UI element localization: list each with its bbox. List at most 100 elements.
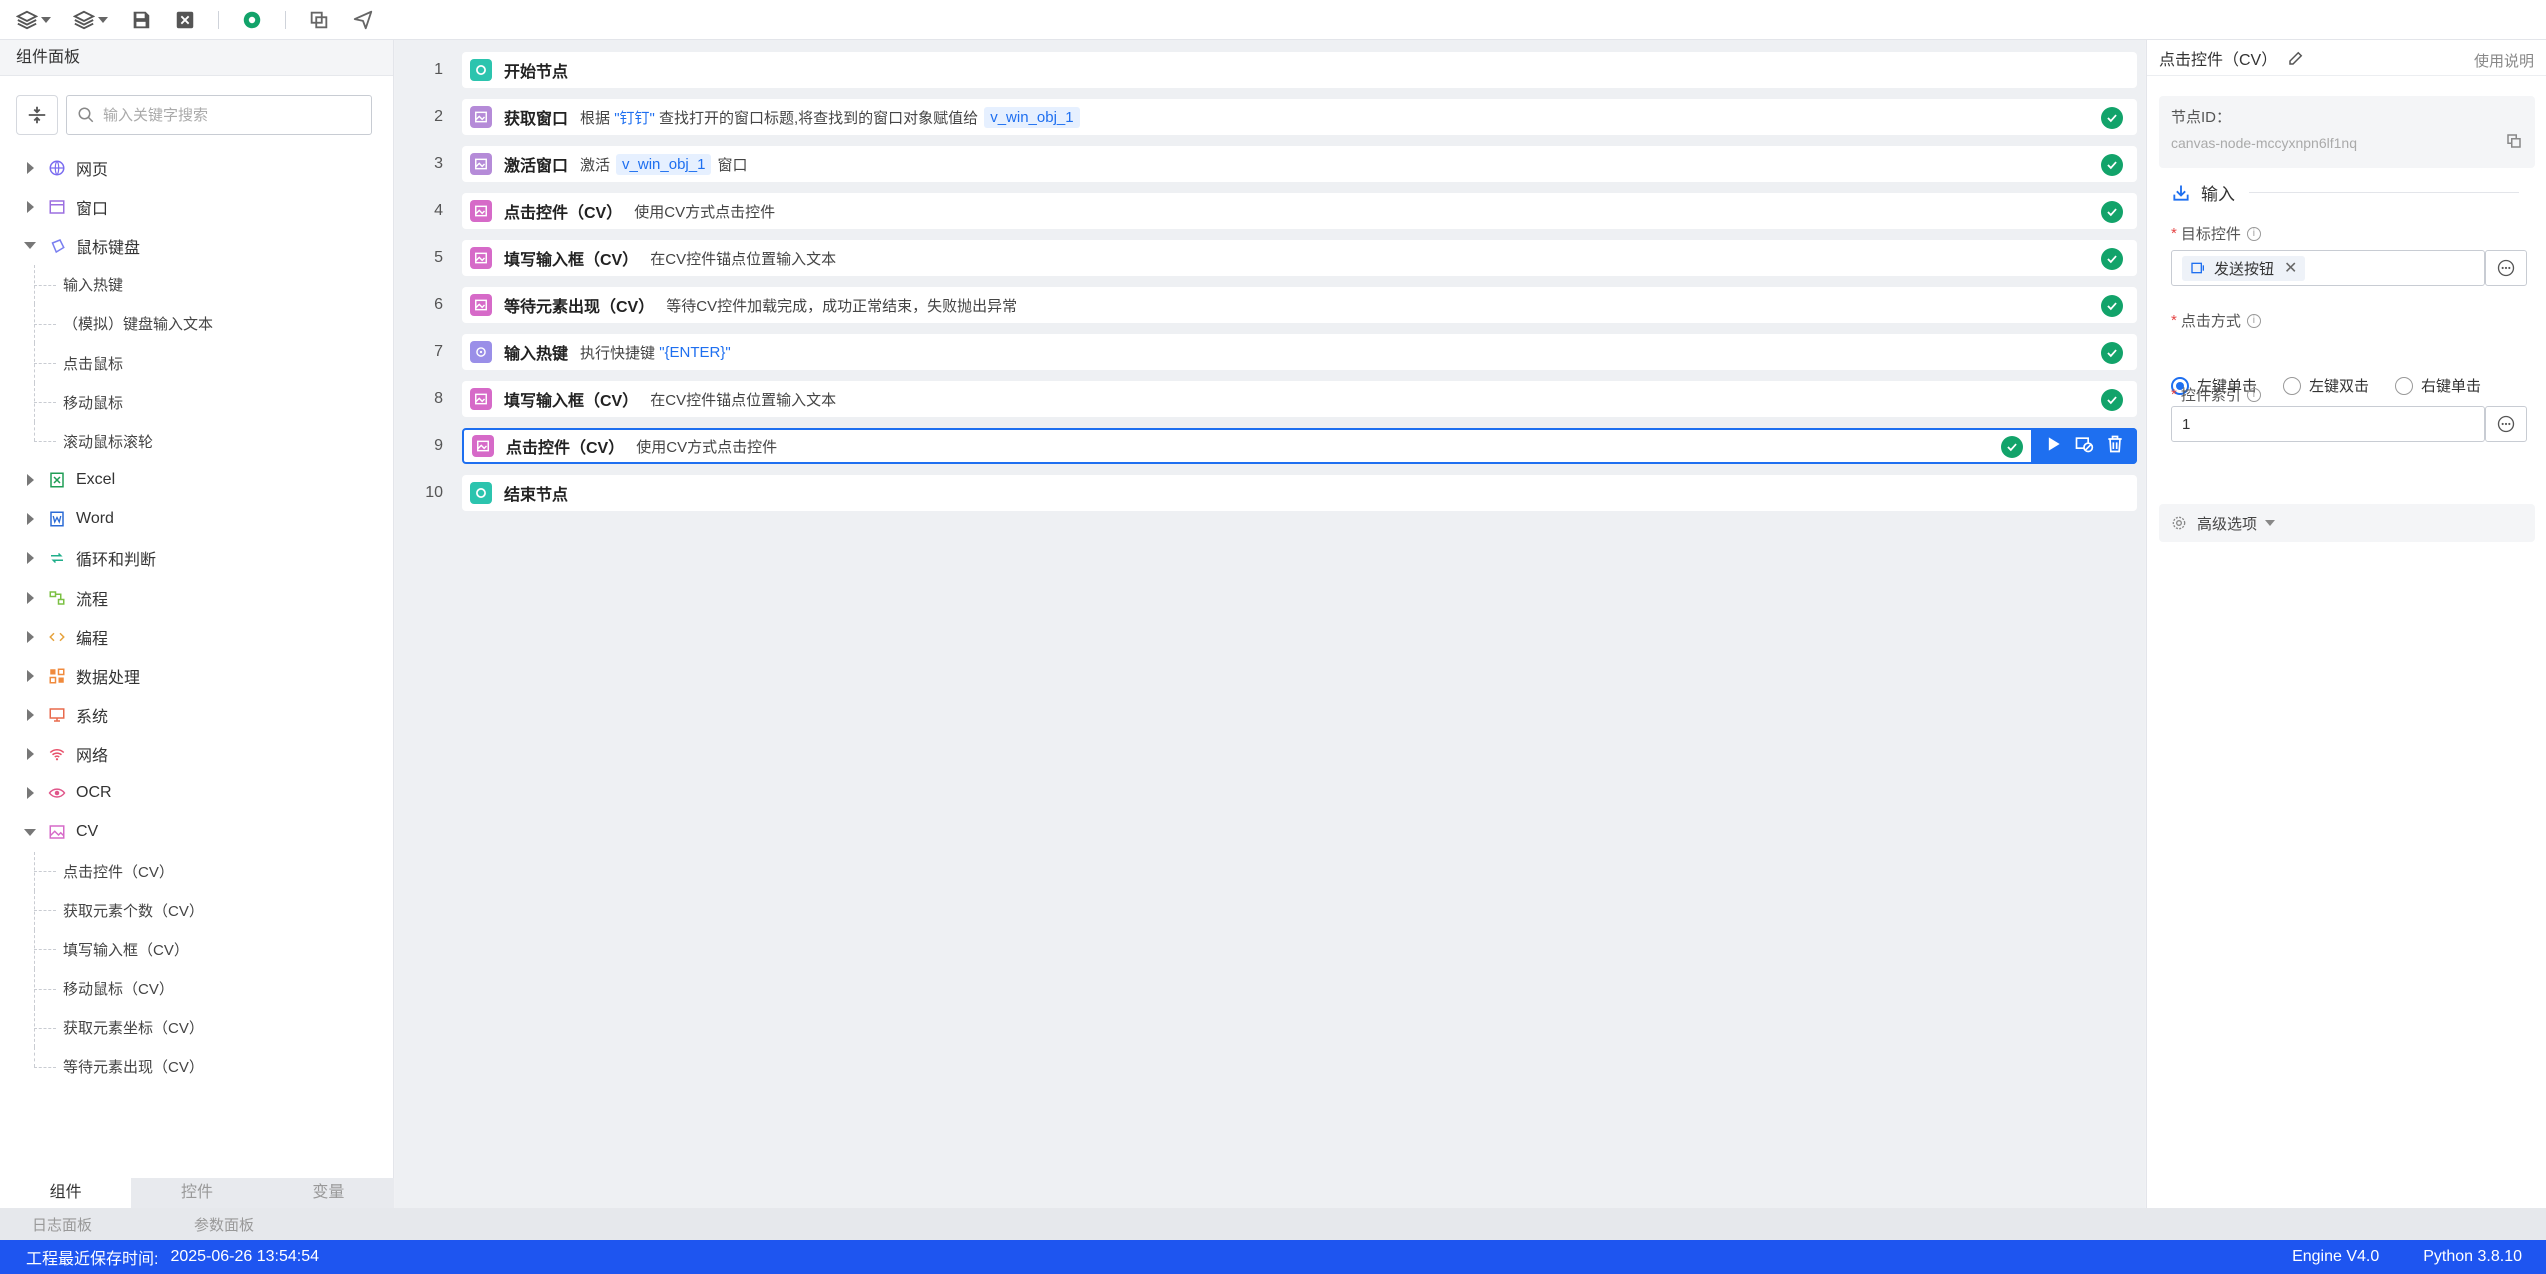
flow-row: 5 填写输入框（CV） 在CV控件锚点位置输入文本 xyxy=(395,240,2145,287)
tree-category[interactable]: 网页 xyxy=(0,148,394,187)
tree-item[interactable]: 获取元素个数（CV） xyxy=(0,890,394,930)
caret-down-icon[interactable] xyxy=(24,828,36,836)
edit-icon[interactable] xyxy=(2287,49,2305,67)
panel-tab[interactable]: 变量 xyxy=(263,1178,394,1208)
panel-title: 组件面板 xyxy=(0,40,393,76)
play-icon[interactable] xyxy=(2043,434,2063,459)
save-button[interactable] xyxy=(130,6,152,34)
tree-category[interactable]: 系统 xyxy=(0,695,394,734)
required-mark: * xyxy=(2171,225,2177,242)
tree-item[interactable]: 获取元素坐标（CV） xyxy=(0,1008,394,1048)
info-icon[interactable]: i xyxy=(2246,226,2261,241)
tree-category[interactable]: 流程 xyxy=(0,578,394,617)
radio-dot[interactable] xyxy=(2283,376,2302,395)
caret-right-icon[interactable] xyxy=(27,552,34,565)
caret-right-icon[interactable] xyxy=(27,474,34,487)
layers-dropdown-button[interactable] xyxy=(16,6,51,34)
step-description: 激活 v_win_obj_1 窗口 xyxy=(580,153,747,175)
copy-icon[interactable] xyxy=(2505,132,2523,150)
gear-icon xyxy=(2172,516,2186,530)
tree-item[interactable]: 填写输入框（CV） xyxy=(0,929,394,970)
tree-item[interactable]: 输入热键 xyxy=(0,265,394,305)
flow-step[interactable]: 等待元素出现（CV） 等待CV控件加载完成，成功正常结束，失败抛出异常 xyxy=(462,287,2137,323)
send-button[interactable] xyxy=(352,6,374,34)
flow-step[interactable]: 点击控件（CV） 使用CV方式点击控件 xyxy=(462,193,2137,229)
click-mode-label-text: 点击方式 xyxy=(2180,313,2241,330)
delete-icon[interactable] xyxy=(2105,434,2125,459)
tree-category[interactable]: OCR xyxy=(0,774,394,813)
panel-tab[interactable]: 组件 xyxy=(0,1178,132,1208)
caret-right-icon[interactable] xyxy=(27,669,34,682)
tree-item[interactable]: （模拟）键盘输入文本 xyxy=(0,304,394,344)
saved-time: 2025-06-26 13:54:54 xyxy=(170,1248,320,1265)
image-icon xyxy=(470,294,492,316)
radio-dot[interactable] xyxy=(2395,376,2414,395)
caret-right-icon[interactable] xyxy=(27,747,34,760)
tree-category[interactable]: 鼠标键盘 xyxy=(0,226,394,265)
tree-item[interactable]: 滚动鼠标滚轮 xyxy=(0,421,394,461)
click-mode-radio[interactable]: 左键双击 xyxy=(2283,375,2369,396)
caret-right-icon[interactable] xyxy=(27,513,34,526)
collapse-all-button[interactable] xyxy=(16,95,58,135)
more-icon xyxy=(2497,415,2515,433)
caret-down-icon[interactable] xyxy=(24,242,36,250)
advanced-options[interactable]: 高级选项 xyxy=(2159,504,2535,542)
target-more-button[interactable] xyxy=(2485,250,2527,286)
info-icon[interactable]: i xyxy=(2246,313,2261,328)
flow-step[interactable]: 开始节点 xyxy=(462,52,2137,88)
chevron-down-icon xyxy=(98,16,108,23)
caret-right-icon[interactable] xyxy=(27,708,34,721)
flow-step[interactable]: 填写输入框（CV） 在CV控件锚点位置输入文本 xyxy=(462,240,2137,276)
tree-category[interactable]: CV xyxy=(0,813,394,852)
flow-step[interactable]: 输入热键 执行快捷键 "{ENTER}" xyxy=(462,334,2137,370)
line-number: 6 xyxy=(434,296,443,313)
tree-category[interactable]: Word xyxy=(0,500,394,539)
disable-icon[interactable] xyxy=(2074,434,2094,459)
flow-step[interactable]: 点击控件（CV） 使用CV方式点击控件 xyxy=(462,428,2137,464)
flow-step[interactable]: 获取窗口 根据 "钉钉" 查找打开的窗口标题,将查找到的窗口对象赋值给 v_win_… xyxy=(462,99,2137,135)
help-link[interactable]: 使用说明 xyxy=(2474,50,2534,71)
flow-step[interactable]: 结束节点 xyxy=(462,475,2137,511)
tree-category[interactable]: Excel xyxy=(0,461,394,500)
caret-right-icon[interactable] xyxy=(27,200,34,213)
close-button[interactable] xyxy=(174,6,196,34)
panel-tab[interactable]: 控件 xyxy=(131,1178,262,1208)
info-icon[interactable]: i xyxy=(2246,387,2261,402)
flow-step[interactable]: 填写输入框（CV） 在CV控件锚点位置输入文本 xyxy=(462,381,2137,417)
tree-item[interactable]: 点击鼠标 xyxy=(0,343,394,383)
index-label: * 控件索引 i xyxy=(2171,384,2261,405)
layers-alt-dropdown-button[interactable] xyxy=(73,6,108,34)
caret-right-icon[interactable] xyxy=(27,161,34,174)
index-field[interactable]: 1 xyxy=(2171,406,2485,442)
search-box[interactable] xyxy=(66,95,372,135)
tree-item[interactable]: 等待元素出现（CV） xyxy=(0,1047,394,1086)
params-panel-tab[interactable]: 参数面板 xyxy=(194,1214,254,1235)
target-field[interactable]: 发送按钮 ✕ xyxy=(2171,250,2485,286)
tree-category[interactable]: 编程 xyxy=(0,617,394,656)
tree-item[interactable]: 移动鼠标 xyxy=(0,382,394,422)
click-mode-radio[interactable]: 右键单击 xyxy=(2395,375,2481,396)
tree-category[interactable]: 循环和判断 xyxy=(0,539,394,578)
tag-close-icon[interactable]: ✕ xyxy=(2284,258,2297,278)
tree-category[interactable]: 窗口 xyxy=(0,187,394,226)
tree-category[interactable]: 网络 xyxy=(0,734,394,773)
radio-label: 左键双击 xyxy=(2309,378,2370,395)
index-more-button[interactable] xyxy=(2485,406,2527,442)
caret-right-icon[interactable] xyxy=(27,591,34,604)
log-panel-tab[interactable]: 日志面板 xyxy=(32,1214,92,1235)
tree-category[interactable]: 数据处理 xyxy=(0,656,394,695)
step-description: 使用CV方式点击控件 xyxy=(636,436,777,457)
line-number: 8 xyxy=(434,390,443,407)
description-text: 在CV控件锚点位置输入文本 xyxy=(650,391,837,409)
caret-right-icon[interactable] xyxy=(27,630,34,643)
caret-right-icon[interactable] xyxy=(27,787,34,800)
run-button[interactable] xyxy=(241,6,263,34)
index-value: 1 xyxy=(2182,415,2191,433)
step-name: 激活窗口 xyxy=(504,158,569,175)
tree-item[interactable]: 点击控件（CV） xyxy=(0,851,394,891)
search-input[interactable] xyxy=(103,106,363,124)
flow-step[interactable]: 激活窗口 激活 v_win_obj_1 窗口 xyxy=(462,146,2137,182)
copy-button[interactable] xyxy=(308,6,330,34)
component-tree: 网页 窗口 鼠标键盘 输入热键 （模拟）键盘输入文本 点击鼠标 移动鼠标 滚动鼠标滚轮 Exce… xyxy=(0,148,394,1086)
tree-item[interactable]: 移动鼠标（CV） xyxy=(0,968,394,1009)
